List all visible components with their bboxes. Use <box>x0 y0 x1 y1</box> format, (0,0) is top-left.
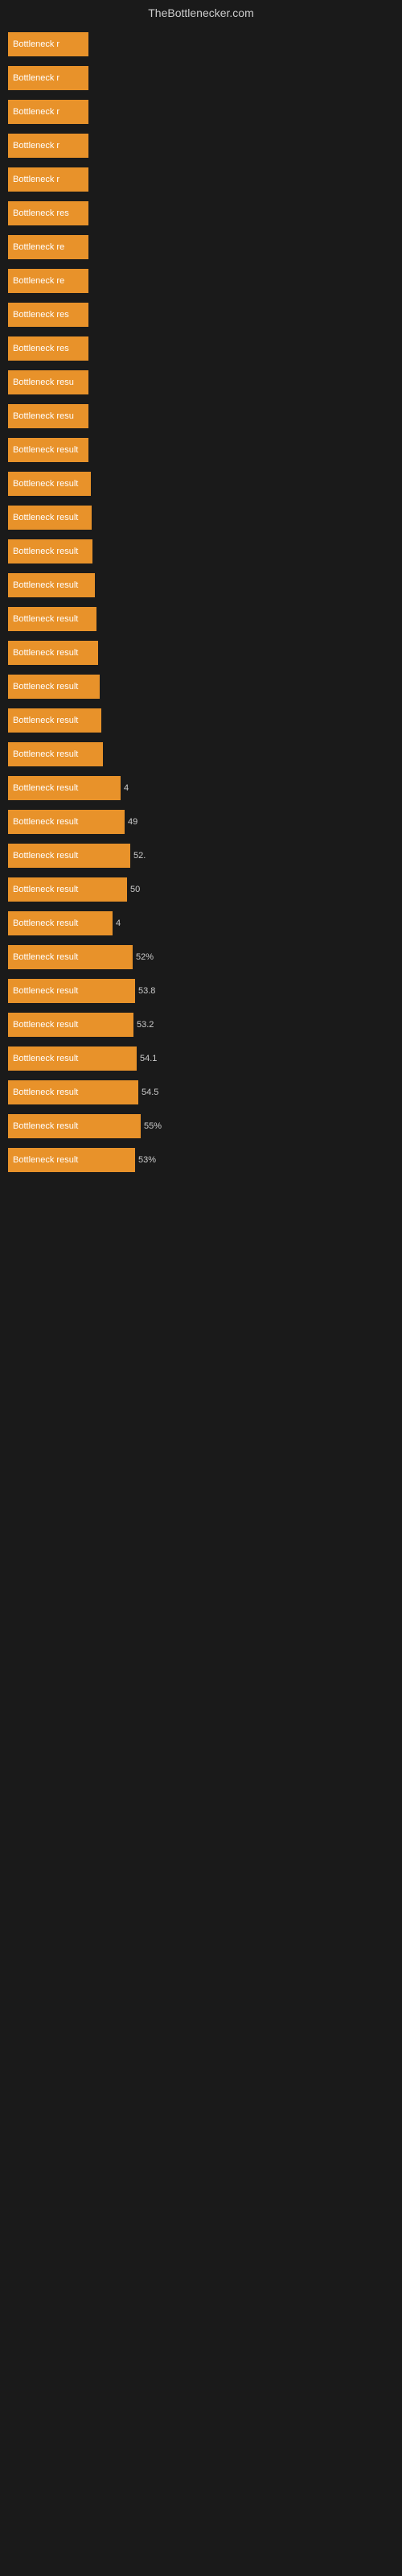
bar-row: Bottleneck res <box>8 333 394 364</box>
bar-value: 55% <box>144 1121 162 1131</box>
bar-row: Bottleneck result52. <box>8 840 394 871</box>
bar-row: Bottleneck r <box>8 164 394 195</box>
bar-label: Bottleneck result <box>8 945 133 969</box>
bar-row: Bottleneck result50 <box>8 874 394 905</box>
bar-row: Bottleneck resu <box>8 367 394 398</box>
bar-label: Bottleneck result <box>8 1114 141 1138</box>
site-title: TheBottlenecker.com <box>148 6 254 19</box>
bar-row: Bottleneck result 54.5 <box>8 1077 394 1108</box>
bar-value: 52% <box>136 952 154 962</box>
bar-value: 52. <box>133 851 146 861</box>
bar-label: Bottleneck res <box>8 303 88 327</box>
bar-row: Bottleneck res <box>8 198 394 229</box>
bar-label: Bottleneck result <box>8 810 125 834</box>
bar-label: Bottleneck result <box>8 472 91 496</box>
bar-row: Bottleneck result <box>8 705 394 736</box>
bar-label: Bottleneck result <box>8 708 101 733</box>
bar-row: Bottleneck r <box>8 97 394 127</box>
bar-label: Bottleneck result <box>8 539 92 564</box>
bar-label: Bottleneck result <box>8 607 96 631</box>
bar-row: Bottleneck result54.1 <box>8 1043 394 1074</box>
bar-row: Bottleneck result <box>8 638 394 668</box>
bar-label: Bottleneck result <box>8 573 95 597</box>
bar-value: 53% <box>138 1155 156 1165</box>
bar-row: Bottleneck result <box>8 435 394 465</box>
bar-row: Bottleneck resu <box>8 401 394 431</box>
bar-row: Bottleneck result <box>8 671 394 702</box>
bar-row: Bottleneck result 53.2 <box>8 1009 394 1040</box>
bar-label: Bottleneck re <box>8 269 88 293</box>
bar-row: Bottleneck r <box>8 130 394 161</box>
bar-value: 50 <box>130 885 140 894</box>
bar-row: Bottleneck result4 <box>8 773 394 803</box>
site-header: TheBottlenecker.com <box>0 0 402 23</box>
bar-label: Bottleneck result <box>8 776 121 800</box>
bar-label: Bottleneck result <box>8 742 103 766</box>
bar-row: Bottleneck result <box>8 469 394 499</box>
bar-value: 54.1 <box>140 1054 157 1063</box>
bar-value: 4 <box>116 919 121 928</box>
bar-label: Bottleneck r <box>8 134 88 158</box>
chart-area: Bottleneck r Bottleneck r Bottleneck r Bott… <box>0 23 402 1185</box>
bar-row: Bottleneck r <box>8 63 394 93</box>
bar-row: Bottleneck result4 <box>8 908 394 939</box>
bar-label: Bottleneck res <box>8 201 88 225</box>
bar-row: Bottleneck result <box>8 604 394 634</box>
bar-label: Bottleneck result <box>8 979 135 1003</box>
bar-value: 54.5 <box>142 1088 158 1097</box>
bar-label: Bottleneck r <box>8 32 88 56</box>
bar-label: Bottleneck re <box>8 235 88 259</box>
bar-label: Bottleneck res <box>8 336 88 361</box>
bar-label: Bottleneck result <box>8 1080 138 1104</box>
bar-label: Bottleneck result <box>8 1148 135 1172</box>
bar-row: Bottleneck result55% <box>8 1111 394 1141</box>
bar-value: 53.8 <box>138 986 155 996</box>
bar-row: Bottleneck result <box>8 536 394 567</box>
bar-row: Bottleneck result52% <box>8 942 394 972</box>
bar-label: Bottleneck result <box>8 911 113 935</box>
bar-label: Bottleneck result <box>8 1013 133 1037</box>
bar-label: Bottleneck r <box>8 100 88 124</box>
bar-label: Bottleneck result <box>8 877 127 902</box>
bar-row: Bottleneck re <box>8 266 394 296</box>
bar-label: Bottleneck r <box>8 167 88 192</box>
bar-label: Bottleneck result <box>8 1046 137 1071</box>
bar-row: Bottleneck result49 <box>8 807 394 837</box>
bar-label: Bottleneck result <box>8 675 100 699</box>
bar-row: Bottleneck res <box>8 299 394 330</box>
bar-value: 4 <box>124 783 129 793</box>
bar-label: Bottleneck result <box>8 844 130 868</box>
bar-label: Bottleneck result <box>8 506 92 530</box>
bar-row: Bottleneck re <box>8 232 394 262</box>
bar-row: Bottleneck result53.8 <box>8 976 394 1006</box>
bar-row: Bottleneck result <box>8 502 394 533</box>
bar-label: Bottleneck resu <box>8 404 88 428</box>
bar-row: Bottleneck result <box>8 739 394 770</box>
bar-value: 49 <box>128 817 137 827</box>
bar-label: Bottleneck result <box>8 438 88 462</box>
bar-label: Bottleneck r <box>8 66 88 90</box>
bar-row: Bottleneck result53% <box>8 1145 394 1175</box>
bar-value: 53.2 <box>137 1020 154 1030</box>
bar-label: Bottleneck resu <box>8 370 88 394</box>
bar-row: Bottleneck r <box>8 29 394 60</box>
bar-label: Bottleneck result <box>8 641 98 665</box>
bar-row: Bottleneck result <box>8 570 394 601</box>
